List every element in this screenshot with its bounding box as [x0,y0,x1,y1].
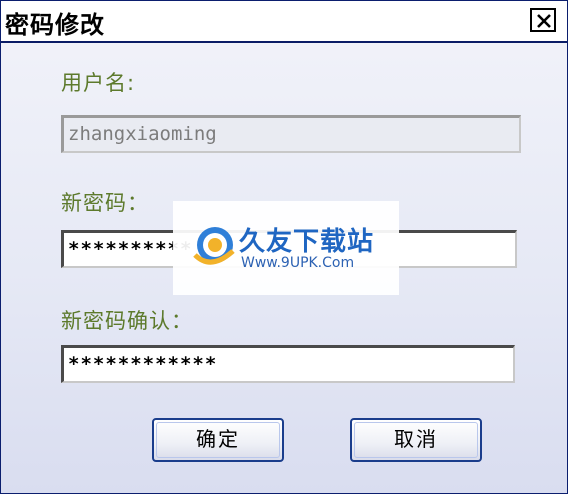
site-watermark: 久友下载站 Www.9UPK.Com [173,201,399,295]
watermark-url: Www.9UPK.Com [241,255,355,271]
password-change-dialog: 密码修改 用户名: zhangxiaoming 新密码： ********** … [0,0,568,494]
ok-button-focus-rim [156,422,280,458]
cancel-button[interactable]: 取消 [350,418,482,462]
ok-button[interactable]: 确定 [152,418,284,462]
title-bar[interactable]: 密码修改 [1,1,567,43]
new-password-label: 新密码： [61,191,149,215]
window-title: 密码修改 [5,11,105,39]
close-icon [537,14,551,28]
globe-logo-icon [193,227,235,265]
watermark-title: 久友下载站 [239,227,375,257]
username-field: zhangxiaoming [61,115,521,153]
confirm-password-field[interactable]: ************ [61,345,515,383]
close-button[interactable] [530,8,556,32]
username-label: 用户名: [61,71,136,95]
cancel-button-focus-rim [354,422,478,458]
confirm-password-label: 新密码确认： [61,309,193,333]
